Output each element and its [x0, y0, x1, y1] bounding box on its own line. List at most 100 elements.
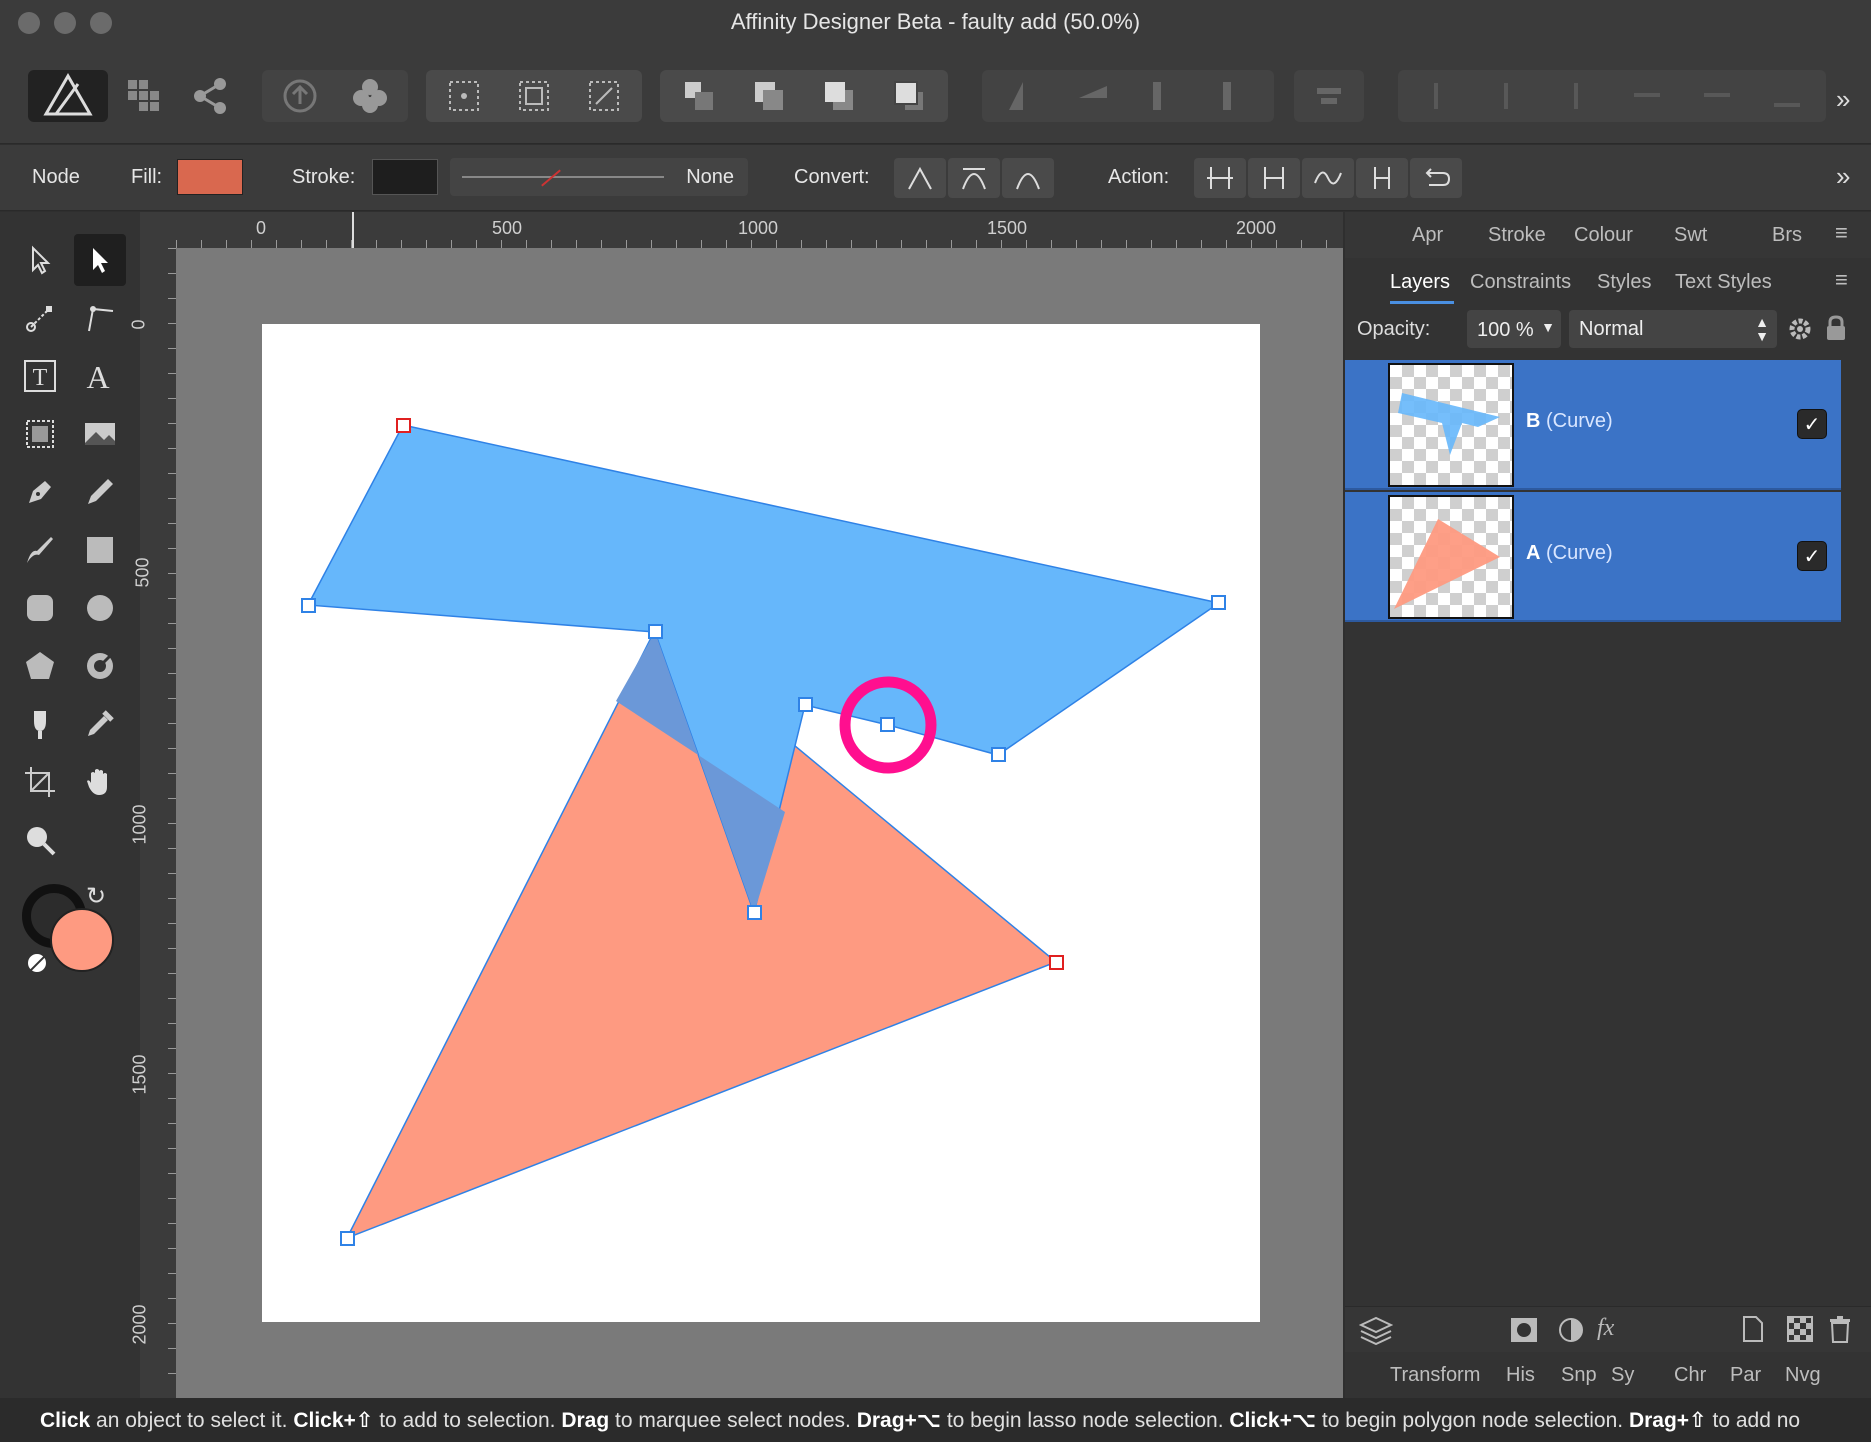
zoom-tool[interactable]: [14, 814, 66, 866]
ellipse-tool[interactable]: [74, 582, 126, 634]
node-handle[interactable]: [301, 598, 316, 613]
canvas-area[interactable]: [176, 248, 1343, 1398]
close-curve-button[interactable]: [1248, 158, 1300, 198]
effects-fx-icon[interactable]: fx: [1597, 1315, 1614, 1342]
corner-tool[interactable]: [74, 292, 126, 344]
move-to-back-icon[interactable]: [681, 78, 717, 114]
designer-persona-button[interactable]: [28, 70, 108, 122]
smooth-curve-button[interactable]: [1302, 158, 1354, 198]
flip-horizontal-icon[interactable]: [1005, 78, 1041, 114]
boolean-subtract-icon[interactable]: [1490, 79, 1524, 113]
boolean-intersect-icon[interactable]: [1560, 79, 1594, 113]
node-handle[interactable]: [340, 1231, 355, 1246]
node-handle[interactable]: [991, 747, 1006, 762]
vertical-ruler[interactable]: 0 500 1000 1500 2000: [129, 212, 176, 1398]
upload-icon[interactable]: [280, 76, 320, 116]
export-persona-button[interactable]: [180, 70, 240, 122]
transform-origin-icon[interactable]: [444, 76, 484, 116]
flip-vertical-icon[interactable]: [1075, 78, 1111, 114]
new-layer-icon[interactable]: [1742, 1315, 1764, 1343]
artboard-tool[interactable]: [14, 756, 66, 808]
fill-colour-well[interactable]: [50, 908, 114, 972]
new-pixel-layer-icon[interactable]: [1787, 1316, 1813, 1342]
tab-navigator[interactable]: Nvg: [1785, 1364, 1821, 1387]
break-curve-button[interactable]: [1194, 158, 1246, 198]
boolean-divide-icon[interactable]: [1700, 79, 1734, 113]
no-colour-icon[interactable]: [26, 952, 48, 974]
pixel-persona-button[interactable]: [118, 70, 170, 122]
tab-colour[interactable]: Colour: [1574, 224, 1633, 247]
node-handle-start[interactable]: [396, 418, 411, 433]
convert-sharp-button[interactable]: [894, 158, 946, 198]
color-picker-tool[interactable]: [74, 698, 126, 750]
move-forward-one-icon[interactable]: [821, 78, 857, 114]
move-tool[interactable]: [14, 234, 66, 286]
node-handle[interactable]: [798, 697, 813, 712]
lock-icon[interactable]: [1825, 314, 1847, 342]
stroke-width-field[interactable]: None: [450, 158, 748, 196]
point-transform-tool[interactable]: [14, 292, 66, 344]
tab-styles[interactable]: Styles: [1597, 271, 1651, 294]
trash-icon[interactable]: [1828, 1315, 1852, 1343]
donut-tool[interactable]: [74, 640, 126, 692]
flower-icon[interactable]: [350, 76, 390, 116]
stroke-swatch[interactable]: [372, 159, 438, 195]
tab-brushes[interactable]: Brs: [1772, 224, 1802, 247]
rotate-right-icon[interactable]: [1215, 78, 1251, 114]
tab-transform[interactable]: Transform: [1390, 1364, 1480, 1387]
tab-character[interactable]: Chr: [1674, 1364, 1706, 1387]
boolean-xor-icon[interactable]: [1630, 79, 1664, 113]
fill-swatch[interactable]: [177, 159, 243, 195]
tab-paragraph[interactable]: Par: [1730, 1364, 1761, 1387]
node-handle-selected[interactable]: [880, 717, 895, 732]
node-tool[interactable]: [74, 234, 126, 286]
blend-mode-select[interactable]: Normal ▲ ▼: [1569, 310, 1777, 348]
vector-brush-tool[interactable]: [14, 524, 66, 576]
tab-text-styles[interactable]: Text Styles: [1675, 271, 1772, 294]
convert-smart-button[interactable]: [1002, 158, 1054, 198]
convert-smooth-button[interactable]: [948, 158, 1000, 198]
transform-mode-icon[interactable]: [584, 76, 624, 116]
node-handle-end[interactable]: [1049, 955, 1064, 970]
panel-menu-icon[interactable]: ≡: [1835, 220, 1848, 246]
tab-constraints[interactable]: Constraints: [1470, 271, 1571, 294]
pen-tool[interactable]: [14, 466, 66, 518]
tab-swatches[interactable]: Swt: [1674, 224, 1707, 247]
boolean-add-icon[interactable]: [1420, 79, 1454, 113]
frame-text-tool[interactable]: T: [14, 350, 66, 402]
mask-layer-icon[interactable]: [1510, 1317, 1538, 1343]
bounding-box-icon[interactable]: [514, 76, 554, 116]
rectangle-tool[interactable]: [74, 524, 126, 576]
tab-layers[interactable]: Layers: [1390, 271, 1450, 294]
pencil-tool[interactable]: [74, 466, 126, 518]
tab-snapping[interactable]: Snp: [1561, 1364, 1597, 1387]
rotate-left-icon[interactable]: [1145, 78, 1181, 114]
tab-symbols[interactable]: Sy: [1611, 1364, 1634, 1387]
tab-history[interactable]: His: [1506, 1364, 1535, 1387]
move-to-front-icon[interactable]: [891, 78, 927, 114]
layer-row[interactable]: A (Curve) ✓: [1345, 492, 1841, 622]
node-handle[interactable]: [1211, 595, 1226, 610]
toolbar-overflow-icon[interactable]: »: [1836, 84, 1850, 115]
tab-appearance[interactable]: Apr: [1412, 224, 1443, 247]
layers-menu-icon[interactable]: ≡: [1835, 267, 1848, 293]
polygon-tool[interactable]: [14, 640, 66, 692]
vector-crop-tool[interactable]: [14, 408, 66, 460]
layers-stack-icon[interactable]: [1359, 1315, 1393, 1345]
layer-visibility-checkbox[interactable]: ✓: [1797, 541, 1827, 571]
horizontal-ruler[interactable]: px 0 500 1000 1500 2000: [140, 212, 1343, 248]
gear-icon[interactable]: [1787, 316, 1813, 342]
context-overflow-icon[interactable]: »: [1836, 161, 1850, 192]
node-handle[interactable]: [648, 624, 663, 639]
fill-tool[interactable]: [14, 698, 66, 750]
place-image-tool[interactable]: [74, 408, 126, 460]
opacity-field[interactable]: 100 % ▼: [1467, 310, 1561, 348]
reverse-curve-button[interactable]: [1410, 158, 1462, 198]
layer-row[interactable]: B (Curve) ✓: [1345, 360, 1841, 490]
adjustment-layer-icon[interactable]: [1558, 1317, 1584, 1343]
join-curves-button[interactable]: [1356, 158, 1408, 198]
tab-stroke[interactable]: Stroke: [1488, 224, 1546, 247]
swap-colours-icon[interactable]: ↻: [86, 882, 106, 911]
boolean-combine-icon[interactable]: [1770, 79, 1804, 113]
move-back-one-icon[interactable]: [751, 78, 787, 114]
